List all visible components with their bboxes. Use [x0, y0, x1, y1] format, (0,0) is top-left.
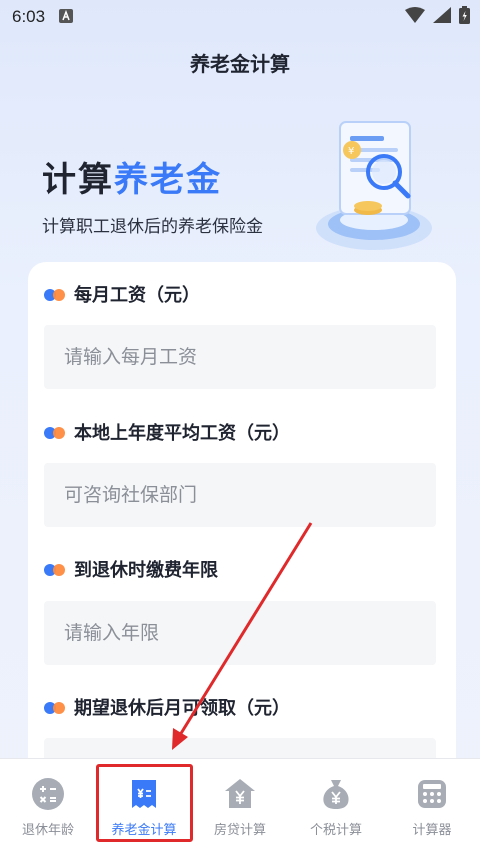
hero-subtitle: 计算职工退休后的养老保险金 [42, 217, 263, 237]
document-magnifier-illustration: ¥ [310, 110, 440, 260]
nav-label: 计算器 [412, 823, 452, 838]
field-label-expected-pension: 期望退休后月可领取（元） [44, 694, 290, 720]
hero-title-part1: 计算 [42, 160, 114, 200]
hero-title: 计算养老金 [42, 152, 222, 201]
bottom-nav: 退休年龄 养老金计算 房贷计算 个税计算 计算器 [0, 758, 480, 855]
field-label-local-average-salary: 本地上年度平均工资（元） [44, 419, 290, 445]
monthly-salary-input[interactable] [44, 325, 436, 389]
bullet-dots-icon [44, 287, 66, 301]
nav-label: 房贷计算 [213, 823, 266, 838]
field-label-monthly-salary: 每月工资（元） [44, 281, 200, 307]
field-label-text: 期望退休后月可领取（元） [74, 698, 290, 719]
page-title: 养老金计算 [190, 52, 290, 76]
bullet-dots-icon [44, 700, 66, 714]
field-label-contribution-years: 到退休时缴费年限 [44, 556, 218, 582]
nav-item-income-tax-calc[interactable]: 个税计算 [288, 759, 384, 855]
wifi-icon [405, 7, 425, 27]
status-bar: 6:03 [0, 0, 480, 34]
nav-item-pension-calc[interactable]: 养老金计算 [96, 759, 192, 855]
keypad-icon [415, 777, 449, 811]
calculator-icon [31, 777, 65, 811]
svg-text:¥: ¥ [348, 146, 354, 157]
nav-label: 个税计算 [309, 823, 362, 838]
field-label-text: 到退休时缴费年限 [74, 560, 218, 581]
money-bag-icon [319, 777, 353, 811]
signal-icon [433, 7, 451, 27]
nav-label: 养老金计算 [111, 823, 177, 838]
notification-a-icon [59, 8, 74, 27]
receipt-icon [127, 777, 161, 811]
field-label-text: 每月工资（元） [74, 285, 200, 306]
house-yen-icon [223, 777, 257, 811]
status-time: 6:03 [12, 7, 46, 26]
battery-charging-icon [459, 6, 470, 28]
field-label-text: 本地上年度平均工资（元） [74, 423, 290, 444]
nav-item-calculator[interactable]: 计算器 [384, 759, 480, 855]
contribution-years-input[interactable] [44, 601, 436, 665]
local-average-salary-input[interactable] [44, 463, 436, 527]
bullet-dots-icon [44, 425, 66, 439]
nav-item-retirement-age[interactable]: 退休年龄 [0, 759, 96, 855]
bullet-dots-icon [44, 562, 66, 576]
nav-label: 退休年龄 [21, 823, 74, 838]
hero-title-part2: 养老金 [114, 160, 222, 200]
nav-item-mortgage-calc[interactable]: 房贷计算 [192, 759, 288, 855]
